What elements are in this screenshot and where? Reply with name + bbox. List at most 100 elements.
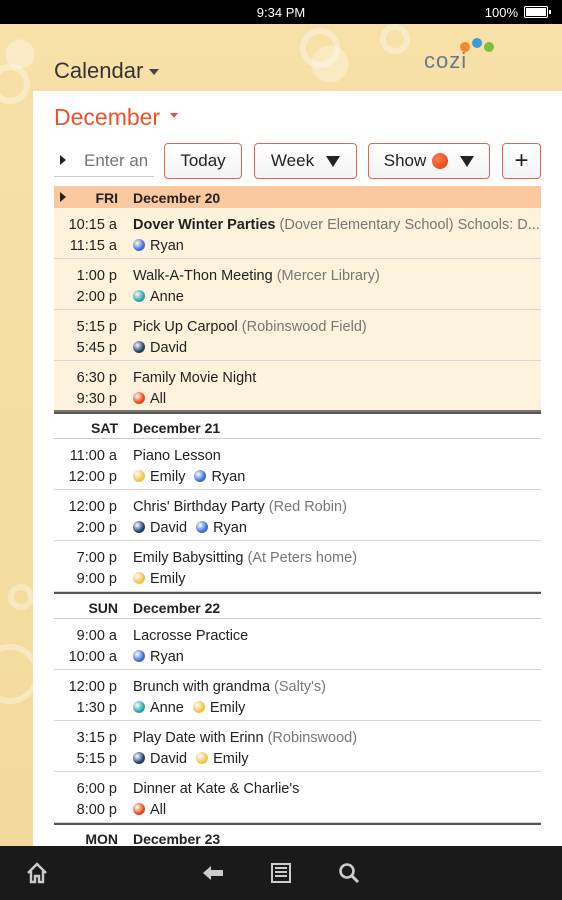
event-title-line: Lacrosse Practice <box>133 628 541 644</box>
event-start-time: 9:00 a <box>76 628 117 644</box>
day-date: December 21 <box>133 420 221 436</box>
event-start-time: 12:00 p <box>68 679 117 695</box>
event-attendees: Emily Ryan <box>133 469 254 485</box>
today-button[interactable]: Today <box>164 143 242 179</box>
event-title-line: Play Date with Erinn (Robinswood) <box>133 730 541 746</box>
person-name: Ryan <box>150 649 184 665</box>
day-name: SUN <box>88 600 118 616</box>
event-attendees: Anne Emily <box>133 700 254 716</box>
status-time: 9:34 PM <box>256 5 306 20</box>
person-color-dot-icon <box>133 290 145 302</box>
day-date: December 23 <box>133 831 221 846</box>
event-end-time: 10:00 a <box>68 649 117 665</box>
event-location: (Red Robin) <box>268 499 347 515</box>
event-start-time: 5:15 p <box>76 319 117 335</box>
event-start-time: 7:00 p <box>76 550 117 566</box>
today-marker-icon <box>60 192 66 202</box>
event-title: Dinner at Kate & Charlie's <box>133 781 300 797</box>
filter-color-dot-icon <box>432 153 449 169</box>
event-row[interactable]: 11:00 a 12:00 p Piano Lesson Emily Ryan <box>54 439 541 490</box>
month-selector[interactable]: December <box>54 104 179 131</box>
day-name: SAT <box>91 420 118 436</box>
cozi-logo: cozi <box>424 38 504 74</box>
event-title: Play Date with Erinn <box>133 730 264 746</box>
event-row[interactable]: 12:00 p 1:30 p Brunch with grandma (Salty'… <box>54 670 541 721</box>
day-header: SAT December 21 <box>54 412 541 439</box>
event-end-time: 12:00 p <box>68 469 117 485</box>
person-name: Emily <box>150 571 186 587</box>
day-header: FRI December 20 <box>54 186 541 208</box>
add-event-button[interactable]: + <box>502 143 541 179</box>
event-attendees: Emily <box>133 571 194 587</box>
event-end-time: 5:45 p <box>76 340 117 356</box>
event-title-line: Emily Babysitting (At Peters home) <box>133 550 541 566</box>
event-title: Piano Lesson <box>133 448 221 464</box>
person-name: All <box>150 391 167 407</box>
event-row[interactable]: 7:00 p 9:00 p Emily Babysitting (At Peters… <box>54 541 541 592</box>
person-color-dot-icon <box>196 521 209 533</box>
person-color-dot-icon <box>133 752 145 764</box>
home-icon[interactable] <box>25 861 49 885</box>
event-attendees: Ryan <box>133 238 193 254</box>
app-title: Calendar <box>54 58 144 83</box>
search-input[interactable] <box>84 148 154 174</box>
event-attendees: David Emily <box>133 751 258 767</box>
day-name: FRI <box>95 190 118 206</box>
event-start-time: 3:15 p <box>76 730 117 746</box>
event-row[interactable]: 3:15 p 5:15 p Play Date with Erinn (Robins… <box>54 721 541 772</box>
person-name: Ryan <box>213 520 247 536</box>
event-list: FRI December 20 10:15 a 11:15 a Dover Winter… <box>54 186 541 846</box>
event-end-time: 1:30 p <box>76 700 117 716</box>
person-name: Anne <box>150 289 184 305</box>
event-title-line: Piano Lesson <box>133 448 541 464</box>
calendar-panel: December Today Week Show + FRI December 2… <box>33 91 562 846</box>
event-attendees: All <box>133 802 175 818</box>
event-start-time: 1:00 p <box>76 268 117 284</box>
event-start-time: 6:00 p <box>76 781 117 797</box>
event-location: (Salty's) <box>274 679 326 695</box>
day-header: MON December 23 <box>54 823 541 846</box>
event-row[interactable]: 1:00 p 2:00 p Walk-A-Thon Meeting (Mercer … <box>54 259 541 310</box>
event-title-line: Walk-A-Thon Meeting (Mercer Library) <box>133 268 541 284</box>
event-title-line: Brunch with grandma (Salty's) <box>133 679 541 695</box>
event-start-time: 11:00 a <box>69 448 117 464</box>
event-title: Chris' Birthday Party <box>133 499 265 515</box>
event-title: Lacrosse Practice <box>133 628 249 644</box>
event-row[interactable]: 6:30 p 9:30 p Family Movie Night All <box>54 361 541 412</box>
chevron-down-icon <box>149 69 160 76</box>
event-row[interactable]: 10:15 a 11:15 a Dover Winter Parties (Dove… <box>54 208 541 259</box>
person-color-dot-icon <box>133 650 145 662</box>
expand-arrow-icon[interactable] <box>60 155 66 165</box>
status-bar: 9:34 PM 100% <box>0 0 562 24</box>
event-row[interactable]: 6:00 p 8:00 p Dinner at Kate & Charlie's Al… <box>54 772 541 823</box>
search-icon[interactable] <box>337 861 361 885</box>
day-date: December 22 <box>133 600 221 616</box>
event-location: (At Peters home) <box>247 550 358 566</box>
person-name: Emily <box>209 700 246 716</box>
battery-percent: 100% <box>484 5 518 20</box>
back-icon[interactable] <box>201 861 225 885</box>
person-name: David <box>150 520 188 536</box>
show-filter-button[interactable]: Show <box>368 143 490 179</box>
event-title: Emily Babysitting <box>133 550 244 566</box>
event-attendees: David <box>133 340 196 356</box>
person-name: David <box>150 340 188 356</box>
chevron-down-icon <box>170 113 179 119</box>
event-start-time: 10:15 a <box>68 217 117 233</box>
calendar-dropdown[interactable]: Calendar <box>54 58 160 84</box>
event-location: (Robinswood Field) <box>241 319 367 335</box>
person-name: Ryan <box>150 238 184 254</box>
person-name: Ryan <box>211 469 246 485</box>
week-view-button[interactable]: Week <box>254 143 357 179</box>
event-title: Dover Winter Parties <box>133 217 276 233</box>
event-location: (Mercer Library) <box>276 268 380 284</box>
person-color-dot-icon <box>133 341 145 353</box>
event-title: Walk-A-Thon Meeting <box>133 268 273 284</box>
event-title-line: Family Movie Night <box>133 370 541 386</box>
menu-icon[interactable] <box>269 861 293 885</box>
person-color-dot-icon <box>133 239 145 251</box>
event-row[interactable]: 5:15 p 5:45 p Pick Up Carpool (Robinswood … <box>54 310 541 361</box>
event-row[interactable]: 12:00 p 2:00 p Chris' Birthday Party (Red … <box>54 490 541 541</box>
event-row[interactable]: 9:00 a 10:00 a Lacrosse Practice Ryan <box>54 619 541 670</box>
event-title: Family Movie Night <box>133 370 257 386</box>
